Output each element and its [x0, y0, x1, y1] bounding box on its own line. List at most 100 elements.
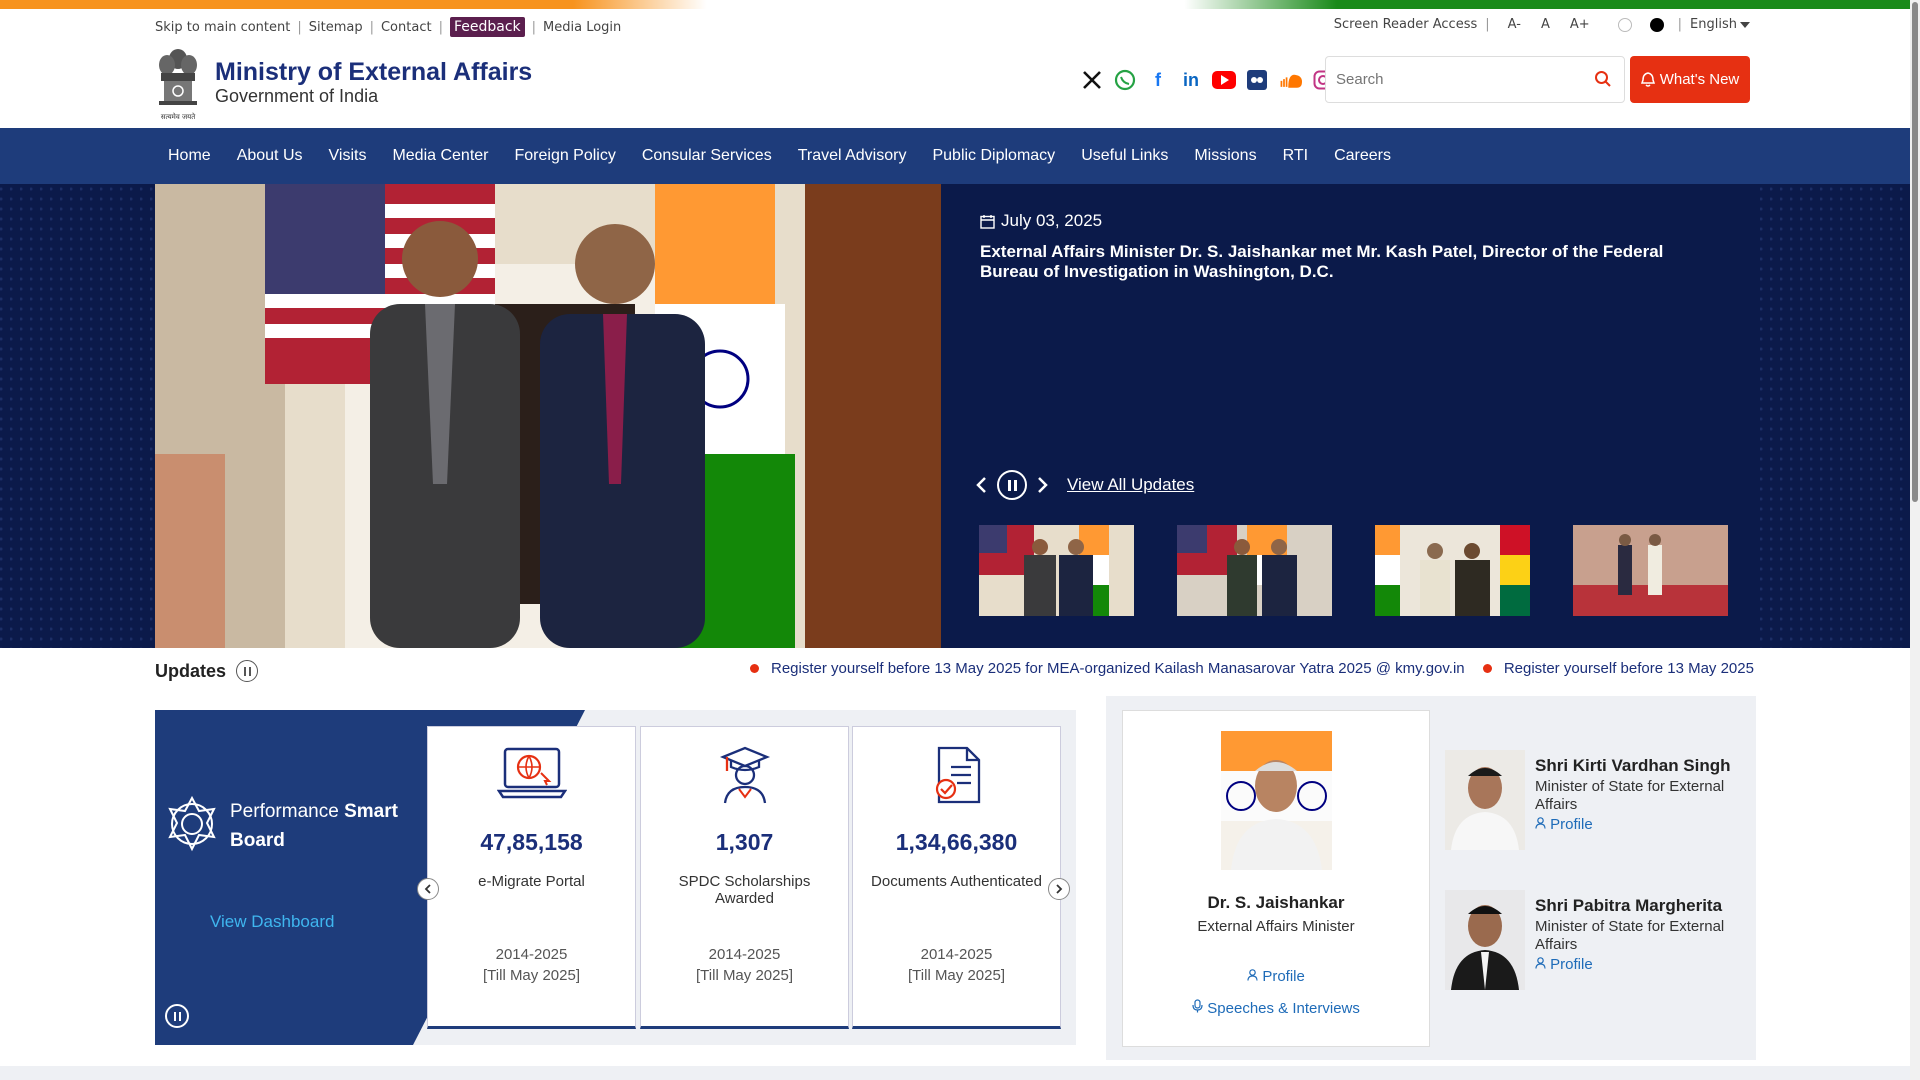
hero-date: July 03, 2025 [980, 211, 1102, 231]
stat-period-till: [Till May 2025] [696, 967, 793, 984]
font-decrease-button[interactable]: A- [1508, 17, 1521, 32]
ticker-item[interactable]: Register yourself before 13 May 2025 for… [750, 660, 1465, 677]
skip-link[interactable]: Skip to main content [155, 20, 290, 35]
search-input[interactable] [1326, 59, 1576, 100]
hero-photo[interactable] [155, 184, 941, 648]
view-dashboard-link[interactable]: View Dashboard [210, 912, 334, 932]
search-box [1325, 56, 1625, 103]
chevron-right-icon[interactable] [1037, 476, 1049, 494]
stat-value: 1,34,66,380 [895, 829, 1018, 855]
screen-reader-link[interactable]: Screen Reader Access [1334, 17, 1477, 32]
flickr-icon[interactable] [1245, 68, 1269, 92]
hero-controls: View All Updates [975, 470, 1194, 500]
stat-period-till: [Till May 2025] [483, 967, 580, 984]
light-theme-button[interactable] [1617, 17, 1632, 32]
page-scrollbar[interactable] [1910, 0, 1920, 1080]
profile-label: Profile [1550, 816, 1593, 833]
speeches-link[interactable]: Speeches & Interviews [1123, 999, 1429, 1017]
stat-period: 2014-2025 [Till May 2025] [428, 944, 635, 986]
nav-missions[interactable]: Missions [1181, 147, 1269, 165]
nav-travel-advisory[interactable]: Travel Advisory [785, 147, 920, 165]
site-subtitle: Government of India [215, 86, 379, 106]
graduate-icon [641, 745, 848, 805]
user-icon [1247, 969, 1258, 981]
microphone-icon [1192, 999, 1203, 1013]
updates-label: Updates [155, 660, 227, 681]
ticker-item[interactable]: Register yourself before 13 May 2025 [1482, 660, 1754, 677]
font-increase-button[interactable]: A+ [1570, 17, 1590, 32]
smart-board-title: Performance Smart Board [230, 797, 398, 855]
minister-photo[interactable] [1221, 731, 1332, 870]
mos-role: Minister of State for External Affairs [1535, 918, 1725, 953]
stat-card[interactable]: 1,34,66,380 Documents Authenticated 2014… [852, 726, 1061, 1029]
thumbnail[interactable] [979, 525, 1134, 616]
dark-theme-button[interactable] [1649, 17, 1664, 32]
nav-home[interactable]: Home [155, 147, 224, 165]
mos-card: Shri Kirti Vardhan Singh Minister of Sta… [1445, 750, 1745, 850]
thumbnail[interactable] [1573, 525, 1728, 616]
whatsapp-icon[interactable] [1113, 68, 1137, 92]
stat-period: 2014-2025 [Till May 2025] [641, 944, 848, 986]
x-icon[interactable] [1080, 68, 1104, 92]
thumbnail[interactable] [1375, 525, 1530, 616]
hero-headline[interactable]: External Affairs Minister Dr. S. Jaishan… [980, 242, 1720, 282]
hero-pause-button[interactable] [997, 470, 1027, 500]
language-select[interactable]: English [1690, 17, 1750, 32]
chevron-left-icon [424, 884, 431, 894]
nav-public-diplomacy[interactable]: Public Diplomacy [919, 147, 1068, 165]
stat-card[interactable]: 1,307 SPDC Scholarships Awarded 2014-202… [640, 726, 849, 1029]
smart-board-prev-button[interactable] [417, 878, 439, 900]
mos-photo[interactable] [1445, 750, 1525, 850]
scrollbar-thumb[interactable] [1912, 2, 1918, 502]
ticker-text: Register yourself before 13 May 2025 for… [771, 660, 1465, 677]
minister-profile-link[interactable]: Profile [1123, 968, 1429, 985]
mos-profile-link[interactable]: Profile [1535, 956, 1593, 973]
view-all-updates-link[interactable]: View All Updates [1067, 475, 1194, 495]
divider: | [1677, 17, 1683, 32]
facebook-icon[interactable]: f [1146, 68, 1170, 92]
stat-card[interactable]: 47,85,158 e-Migrate Portal 2014-2025 [Ti… [427, 726, 636, 1029]
nav-careers[interactable]: Careers [1321, 147, 1404, 165]
tricolor-strip [0, 0, 1910, 9]
updates-ticker: Register yourself before 13 May 2025 for… [750, 660, 1755, 682]
font-normal-button[interactable]: A [1541, 17, 1550, 32]
youtube-icon[interactable] [1212, 68, 1236, 92]
divider: | [1485, 17, 1490, 32]
national-emblem[interactable]: सत्यमेव जयते [155, 45, 201, 121]
nav-rti[interactable]: RTI [1270, 147, 1321, 165]
media-login-link[interactable]: Media Login [543, 20, 621, 35]
sitemap-link[interactable]: Sitemap [309, 20, 363, 35]
contact-link[interactable]: Contact [381, 20, 432, 35]
nav-about-us[interactable]: About Us [224, 147, 316, 165]
nav-foreign-policy[interactable]: Foreign Policy [501, 147, 628, 165]
updates-pause-button[interactable] [236, 660, 259, 682]
stat-label: Documents Authenticated [871, 873, 1042, 890]
search-icon[interactable] [1594, 70, 1612, 92]
mos-role: Minister of State for External Affairs [1535, 778, 1725, 813]
stat-period-till: [Till May 2025] [908, 967, 1005, 984]
nav-useful-links[interactable]: Useful Links [1068, 147, 1181, 165]
nav-consular-services[interactable]: Consular Services [629, 147, 785, 165]
calendar-icon [980, 214, 995, 229]
whats-new-button[interactable]: What's New [1630, 56, 1750, 103]
site-title[interactable]: Ministry of External Affairs [215, 58, 532, 87]
stat-value: 47,85,158 [480, 829, 583, 855]
nav-visits[interactable]: Visits [316, 147, 380, 165]
smart-board-next-button[interactable] [1048, 878, 1070, 900]
stat-label: e-Migrate Portal [478, 873, 585, 890]
thumbnail[interactable] [1177, 525, 1332, 616]
minister-name: Dr. S. Jaishankar [1207, 893, 1345, 912]
mos-photo[interactable] [1445, 890, 1525, 990]
user-icon [1535, 817, 1546, 829]
soundcloud-icon[interactable] [1278, 68, 1302, 92]
social-links: f in [1080, 68, 1335, 92]
mos-card: Shri Pabitra Margherita Minister of Stat… [1445, 890, 1745, 990]
chevron-left-icon[interactable] [975, 476, 987, 494]
feedback-link[interactable]: Feedback [449, 17, 525, 37]
mos-profile-link[interactable]: Profile [1535, 816, 1593, 833]
smart-board-title-plain: Performance [230, 801, 339, 822]
nav-media-center[interactable]: Media Center [379, 147, 501, 165]
hero-thumbnails [979, 525, 1728, 616]
smart-board-pause-button[interactable] [165, 1004, 189, 1028]
linkedin-icon[interactable]: in [1179, 68, 1203, 92]
